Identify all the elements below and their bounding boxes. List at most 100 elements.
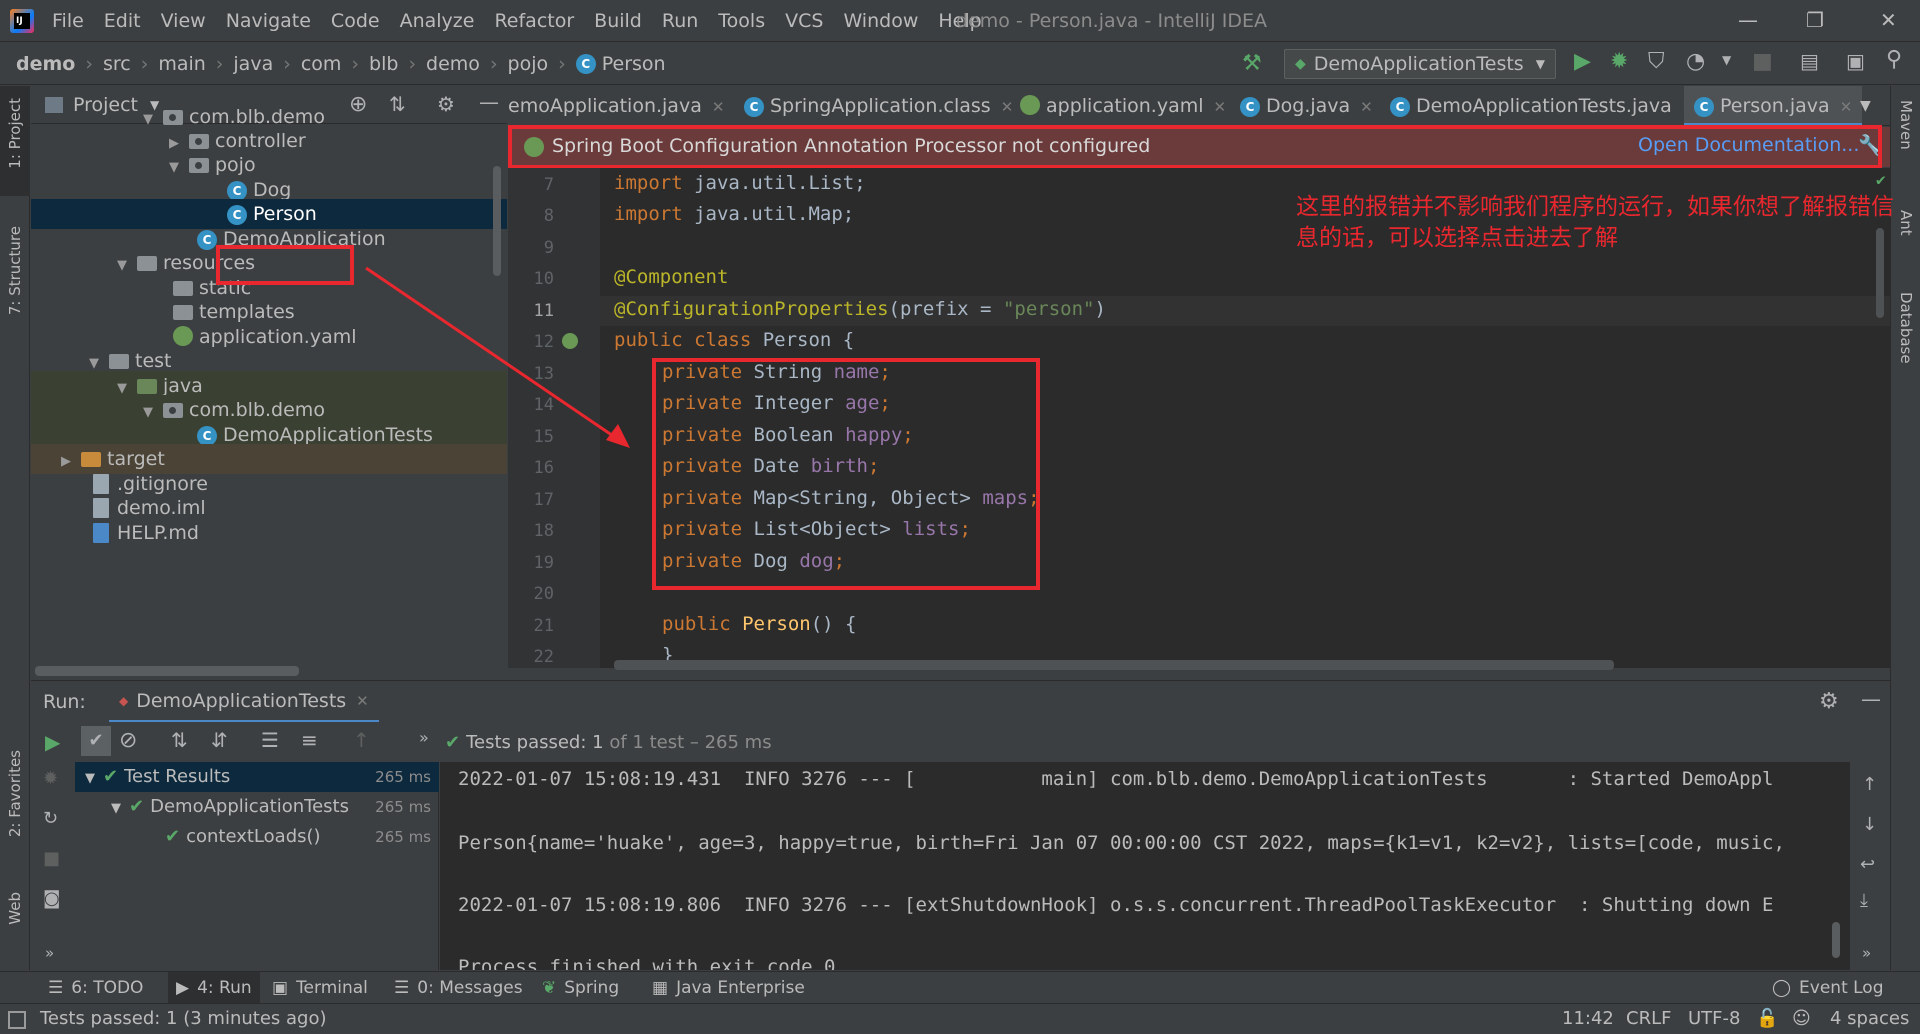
crumb-demo[interactable]: demo [16, 53, 75, 75]
menu-vcs[interactable]: VCS [785, 10, 823, 32]
arrow-up-icon[interactable]: ↑ [1862, 774, 1877, 795]
indent-setting[interactable]: 4 spaces [1830, 1008, 1909, 1029]
collapse-all-icon[interactable]: ≡ [301, 728, 318, 752]
coverage-shield-icon[interactable]: ⛉ [1648, 49, 1665, 74]
crumb-main[interactable]: main [158, 53, 205, 75]
crumb-pojo[interactable]: pojo [508, 53, 549, 75]
run-configuration-select[interactable]: ◆ DemoApplicationTests ▼ [1284, 49, 1556, 79]
tree-item-help-md[interactable]: HELP.md [31, 518, 507, 548]
tool-tab-java-enterprise[interactable]: ▦ Java Enterprise [652, 972, 805, 1004]
minimize-icon[interactable]: — [1738, 8, 1758, 32]
menu-analyze[interactable]: Analyze [400, 10, 475, 32]
crumb-src[interactable]: src [103, 53, 131, 75]
gear-icon[interactable]: ⚙ [1819, 689, 1839, 714]
menu-view[interactable]: View [161, 10, 206, 32]
horizontal-scrollbar[interactable] [35, 666, 299, 676]
run-icon[interactable]: ▶ [1574, 49, 1591, 74]
tab-demoapplication[interactable]: emoApplication.java ✕ [508, 86, 734, 125]
close-icon[interactable]: ✕ [1880, 8, 1897, 32]
test-class-row[interactable]: ▼ ✔ DemoApplicationTests 265 ms [75, 792, 439, 822]
menu-refactor[interactable]: Refactor [494, 10, 574, 32]
tab-person-java[interactable]: C Person.java ✕ [1684, 86, 1863, 125]
close-icon[interactable]: ✕ [712, 98, 725, 116]
show-passed-check-icon[interactable]: ✔ [81, 726, 111, 756]
tool-tab-maven[interactable]: Maven [1897, 100, 1915, 150]
tool-tab-database[interactable]: Database [1897, 292, 1915, 364]
crumb-java[interactable]: java [233, 53, 273, 75]
file-encoding[interactable]: UTF-8 [1688, 1008, 1740, 1029]
crumb-blb[interactable]: blb [369, 53, 398, 75]
menu-navigate[interactable]: Navigate [226, 10, 311, 32]
debug-bug-icon[interactable]: ✹ [1610, 49, 1628, 74]
crumb-com[interactable]: com [301, 53, 342, 75]
line-separator[interactable]: CRLF [1626, 1008, 1671, 1029]
test-method-row[interactable]: ✔ contextLoads() 265 ms [75, 822, 439, 852]
menu-build[interactable]: Build [594, 10, 642, 32]
run-tab[interactable]: ◆ DemoApplicationTests ✕ [109, 681, 379, 723]
camera-icon[interactable]: ◙ [43, 888, 60, 909]
menu-file[interactable]: File [52, 10, 84, 32]
tool-tab-web[interactable]: Web [6, 892, 24, 925]
tool-tab-run[interactable]: ▶ 4: Run [168, 972, 260, 1004]
tool-tab-structure[interactable]: 7: Structure [6, 226, 24, 315]
tool-tab-favorites[interactable]: 2: Favorites [6, 750, 24, 837]
hide-panel-icon[interactable]: — [1861, 687, 1881, 711]
chevron-down-icon[interactable]: ▼ [1722, 53, 1731, 67]
tool-tab-project[interactable]: 1: Project [6, 98, 24, 169]
menu-window[interactable]: Window [843, 10, 918, 32]
stop-icon[interactable]: ■ [1752, 49, 1773, 74]
inspector-icon[interactable]: ☺ [1792, 1008, 1811, 1029]
more-icon[interactable]: » [45, 944, 54, 962]
tool-tab-todo[interactable]: ☰ 6: TODO [48, 972, 143, 1004]
search-icon[interactable]: ⚲ [1886, 47, 1902, 72]
console-output[interactable]: 2022-01-07 15:08:19.431 INFO 3276 --- [ … [440, 762, 1850, 970]
debug-icon[interactable]: ✹ [43, 768, 58, 789]
terminal-window-icon[interactable]: ▣ [1846, 49, 1865, 73]
sort-duration-icon[interactable]: ⇵ [211, 728, 228, 752]
tool-tab-event-log[interactable]: ◯ Event Log [1772, 972, 1884, 1004]
status-message[interactable]: Tests passed: 1 (3 minutes ago) [40, 1008, 327, 1029]
profile-icon[interactable]: ◔ [1686, 49, 1705, 74]
scroll-to-end-icon[interactable]: ⤓ [1860, 890, 1868, 911]
tool-tab-spring[interactable]: ❦ Spring [542, 972, 619, 1004]
project-structure-icon[interactable]: ▤ [1800, 49, 1819, 73]
panel-toggle-icon[interactable] [8, 1011, 26, 1029]
previous-failed-icon[interactable]: ↑ [353, 728, 370, 752]
restore-layout-icon[interactable]: ↻ [43, 808, 58, 829]
restore-icon[interactable]: ❐ [1806, 8, 1824, 32]
menu-code[interactable]: Code [331, 10, 380, 32]
show-ignored-icon[interactable]: ⊘ [119, 728, 137, 753]
arrow-down-icon[interactable]: ↓ [1862, 814, 1877, 835]
lock-icon[interactable]: 🔓 [1756, 1008, 1778, 1029]
test-results-root[interactable]: ▼ ✔ Test Results 265 ms [75, 762, 439, 792]
more-icon[interactable]: » [419, 728, 429, 747]
tab-springapplication[interactable]: C SpringApplication.class ✕ [734, 86, 1023, 125]
menu-edit[interactable]: Edit [104, 10, 141, 32]
horizontal-scrollbar[interactable] [614, 660, 1614, 670]
tab-demoapplicationtests[interactable]: CDemoApplicationTests.java✕ [1380, 86, 1704, 125]
expand-all-icon[interactable]: ☰ [261, 728, 279, 752]
inspection-ok-icon[interactable]: ✔ [1876, 170, 1886, 189]
tab-list-chevron-icon[interactable]: ▼ [1854, 86, 1877, 125]
tab-application-yaml[interactable]: application.yaml ✕ [1010, 86, 1236, 125]
vertical-scrollbar[interactable] [1832, 922, 1840, 958]
menu-run[interactable]: Run [662, 10, 698, 32]
build-hammer-icon[interactable]: ⚒ [1242, 51, 1262, 76]
close-icon[interactable]: ✕ [356, 692, 369, 710]
close-icon[interactable]: ✕ [1840, 98, 1853, 116]
rerun-icon[interactable]: ▶ [45, 730, 60, 754]
soft-wrap-icon[interactable]: ↩ [1860, 854, 1875, 875]
tab-dog-java[interactable]: C Dog.java ✕ [1230, 86, 1383, 125]
caret-position[interactable]: 11:42 [1562, 1008, 1614, 1029]
sort-alpha-icon[interactable]: ⇅ [171, 728, 188, 752]
tool-tab-terminal[interactable]: ▣ Terminal [272, 972, 368, 1004]
expanded-arrow-icon[interactable]: ▼ [85, 771, 95, 786]
close-icon[interactable]: ✕ [1360, 98, 1373, 116]
more-icon[interactable]: » [1862, 944, 1871, 962]
menu-tools[interactable]: Tools [718, 10, 765, 32]
close-icon[interactable]: ✕ [1214, 98, 1227, 116]
crumb-demo-pkg[interactable]: demo [426, 53, 480, 75]
crumb-person[interactable]: Person [602, 53, 666, 75]
stop-icon[interactable]: ■ [43, 848, 60, 869]
tool-tab-messages[interactable]: ☰ 0: Messages [394, 972, 523, 1004]
